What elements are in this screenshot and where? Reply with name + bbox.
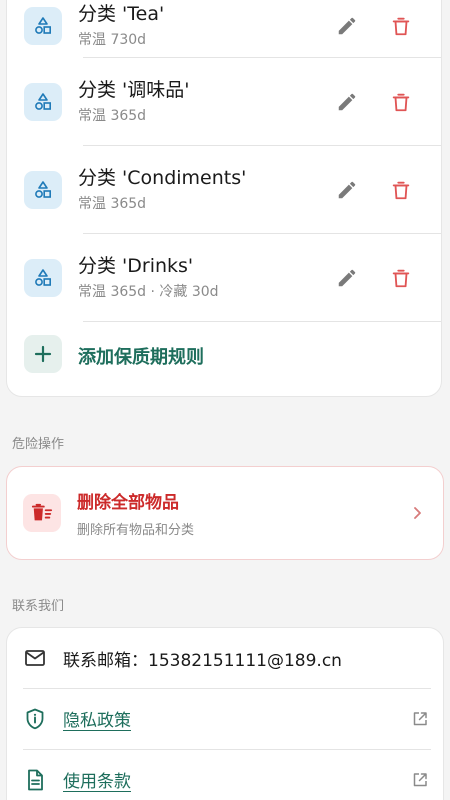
category-shapes-icon <box>24 83 62 121</box>
external-link-icon <box>411 710 429 728</box>
rule-subtitle: 常温 365d · 冷藏 30d <box>78 284 219 300</box>
terms-of-use-row[interactable]: 使用条款 <box>7 750 443 800</box>
delete-list-icon <box>23 494 61 532</box>
rule-title: 分类 '调味品' <box>78 79 190 101</box>
contact-email-text[interactable]: 联系邮箱：15382151111@189.cn <box>63 646 342 671</box>
rule-subtitle: 常温 365d <box>78 196 147 212</box>
rule-title: 分类 'Tea' <box>78 3 165 25</box>
trash-icon <box>392 93 410 112</box>
category-shapes-icon <box>24 259 62 297</box>
rule-subtitle: 常温 365d <box>78 108 147 124</box>
rule-row: 分类 'Drinks' 常温 365d · 冷藏 30d <box>7 233 441 322</box>
shelf-life-rules-card: 分类 'Tea' 常温 730d 分类 '调味品' 常温 365d 分类 'Co… <box>6 0 442 397</box>
mail-icon <box>23 646 47 670</box>
edit-rule-button[interactable] <box>332 175 362 205</box>
terms-of-use-link[interactable]: 使用条款 <box>63 767 131 792</box>
edit-rule-button[interactable] <box>332 263 362 293</box>
trash-icon <box>392 17 410 36</box>
delete-all-items-button[interactable]: 删除全部物品 删除所有物品和分类 <box>6 466 444 560</box>
pencil-icon <box>338 269 356 287</box>
pencil-icon <box>338 17 356 35</box>
rule-title: 分类 'Drinks' <box>78 255 194 277</box>
delete-rule-button[interactable] <box>386 175 416 205</box>
category-shapes-icon <box>24 7 62 45</box>
pencil-icon <box>338 93 356 111</box>
settings-page: 分类 'Tea' 常温 730d 分类 '调味品' 常温 365d 分类 'Co… <box>0 0 450 800</box>
shield-info-icon <box>23 707 47 731</box>
edit-rule-button[interactable] <box>332 87 362 117</box>
contact-section-label: 联系我们 <box>12 599 65 614</box>
trash-icon <box>392 269 410 288</box>
contact-card: 联系邮箱：15382151111@189.cn 隐私政策 使用条款 <box>6 627 444 800</box>
edit-rule-button[interactable] <box>332 11 362 41</box>
delete-rule-button[interactable] <box>386 263 416 293</box>
category-shapes-icon <box>24 171 62 209</box>
add-shelf-life-rule-button[interactable]: 添加保质期规则 <box>7 321 441 391</box>
delete-rule-button[interactable] <box>386 11 416 41</box>
danger-section-label: 危险操作 <box>12 437 65 452</box>
pencil-icon <box>338 181 356 199</box>
delete-all-subtitle: 删除所有物品和分类 <box>77 523 195 538</box>
rule-subtitle: 常温 730d <box>78 32 147 48</box>
delete-rule-button[interactable] <box>386 87 416 117</box>
plus-icon <box>24 335 62 373</box>
privacy-policy-link[interactable]: 隐私政策 <box>63 706 131 731</box>
document-icon <box>23 768 47 792</box>
chevron-right-icon <box>408 504 426 522</box>
external-link-icon <box>411 771 429 789</box>
trash-icon <box>392 181 410 200</box>
delete-all-title: 删除全部物品 <box>77 493 179 513</box>
contact-email-row: 联系邮箱：15382151111@189.cn <box>7 628 443 689</box>
add-rule-label: 添加保质期规则 <box>78 347 204 368</box>
privacy-policy-row[interactable]: 隐私政策 <box>7 689 443 750</box>
rule-title: 分类 'Condiments' <box>78 167 247 189</box>
rule-row: 分类 'Condiments' 常温 365d <box>7 145 441 234</box>
rule-row: 分类 '调味品' 常温 365d <box>7 57 441 146</box>
